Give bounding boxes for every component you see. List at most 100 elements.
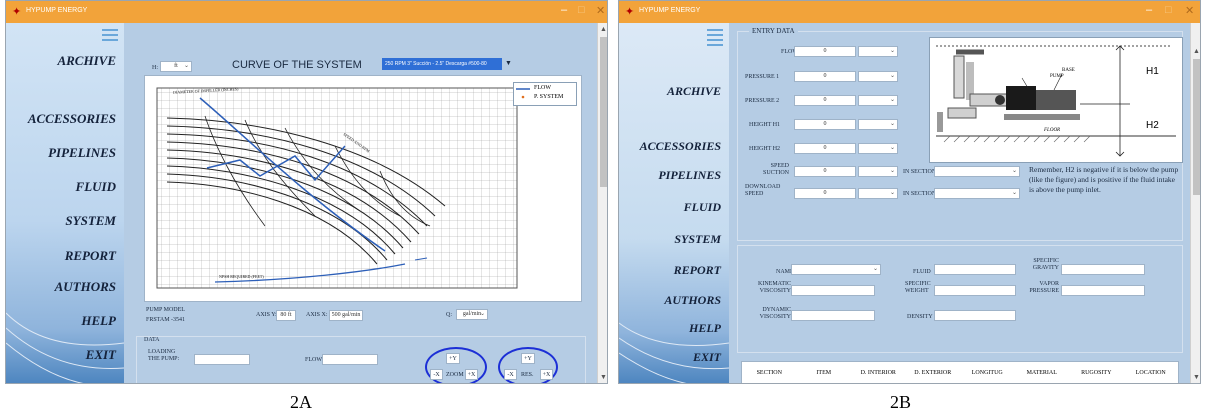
menu-accessories[interactable]: ACCESSORIES: [640, 139, 721, 154]
vertical-scrollbar[interactable]: ▲ ▼: [1190, 23, 1200, 383]
height-h2-unit-select[interactable]: ⌄: [858, 143, 898, 154]
menu-pipelines[interactable]: PIPELINES: [658, 168, 721, 183]
chevron-down-icon: ⌄: [889, 168, 895, 174]
download-speed-unit-select[interactable]: ⌄: [858, 188, 898, 199]
vertical-scrollbar[interactable]: ▲ ▼: [597, 23, 607, 383]
unit-select[interactable]: ft ⌄: [160, 61, 192, 72]
menu-archive[interactable]: ARCHIVE: [667, 84, 721, 99]
loading-label: LOADING THE PUMP:: [148, 349, 180, 362]
density-input[interactable]: [934, 310, 1016, 321]
vapor-pressure-input[interactable]: [1061, 285, 1145, 296]
pressure1-input[interactable]: 0: [794, 71, 856, 82]
menu-exit[interactable]: EXIT: [693, 350, 721, 365]
dropdown-arrow-icon[interactable]: ▼: [505, 59, 512, 67]
chevron-down-icon: ⌄: [889, 121, 895, 127]
menu-report[interactable]: REPORT: [674, 263, 721, 278]
maximize-button[interactable]: □: [1165, 4, 1172, 16]
pressure2-unit-select[interactable]: ⌄: [858, 95, 898, 106]
maximize-button[interactable]: □: [578, 4, 585, 16]
table-header-d-interior[interactable]: D. INTERIOR: [851, 370, 906, 376]
close-button[interactable]: ✕: [596, 4, 605, 17]
sections-table: SECTION ITEM D. INTERIOR D. EXTERIOR LON…: [741, 361, 1179, 383]
axis-x-label: AXIS X:: [306, 312, 328, 318]
fluid-input[interactable]: [934, 264, 1016, 275]
height-h2-input[interactable]: 0: [794, 143, 856, 154]
menu-help[interactable]: HELP: [689, 321, 721, 336]
table-header-material[interactable]: MATERIAL: [1015, 370, 1070, 376]
q-select[interactable]: gal/min ⌄: [456, 309, 488, 320]
res-right-button[interactable]: +X: [540, 369, 553, 380]
download-section-select[interactable]: ⌄: [934, 188, 1020, 199]
table-header-d-exterior[interactable]: D. EXTERIOR: [906, 370, 961, 376]
chevron-down-icon: ⌄: [479, 311, 485, 317]
specific-weight-input[interactable]: [934, 285, 1016, 296]
res-left-button[interactable]: -X: [504, 369, 517, 380]
suction-section-select[interactable]: ⌄: [934, 166, 1020, 177]
pressure2-label: PRESSURE 2: [745, 98, 780, 104]
title-bar: ✦ HYPUMP ENERGY – □ ✕: [619, 1, 1200, 23]
menu-system[interactable]: SYSTEM: [674, 232, 721, 247]
speed-suction-unit-select[interactable]: ⌄: [858, 166, 898, 177]
menu-help[interactable]: HELP: [81, 313, 116, 329]
table-header-item[interactable]: ITEM: [797, 370, 852, 376]
close-button[interactable]: ✕: [1185, 4, 1194, 17]
menu-authors[interactable]: AUTHORS: [664, 293, 721, 308]
entry-data-title: ENTRY DATA: [749, 28, 798, 35]
window-title: HYPUMP ENERGY: [639, 7, 701, 14]
height-h1-input[interactable]: 0: [794, 119, 856, 130]
speed-suction-input[interactable]: 0: [794, 166, 856, 177]
specific-gravity-input[interactable]: [1061, 264, 1145, 275]
menu-exit[interactable]: EXIT: [86, 347, 116, 363]
loading-input[interactable]: [194, 354, 250, 365]
axis-x-input[interactable]: 500 gal/min: [329, 310, 363, 321]
menu-system[interactable]: SYSTEM: [65, 213, 116, 229]
caption-2b: 2B: [890, 392, 912, 412]
menu-fluid[interactable]: FLUID: [76, 179, 116, 195]
npsh-label: NPSH REQUIRED (FEET): [219, 274, 264, 279]
flow-input[interactable]: 0: [794, 46, 856, 57]
floor-label: FLOOR: [1044, 128, 1061, 133]
menu-accessories[interactable]: ACCESSORIES: [28, 111, 116, 127]
kinematic-viscosity-label: KINEMATIC VISCOSITY: [758, 281, 791, 294]
download-speed-label: DOWNLOAD SPEED: [745, 184, 781, 197]
height-h1-unit-select[interactable]: ⌄: [858, 119, 898, 130]
scroll-up-icon[interactable]: ▲: [1193, 47, 1200, 55]
scroll-down-icon[interactable]: ▼: [600, 373, 607, 381]
menu-report[interactable]: REPORT: [65, 248, 116, 264]
zoom-up-button[interactable]: +Y: [446, 353, 460, 364]
minimize-button[interactable]: –: [561, 4, 567, 16]
axis-y-input[interactable]: 80 ft: [276, 310, 296, 321]
menu-authors[interactable]: AUTHORS: [55, 279, 116, 295]
axis-y-label: AXIS Y:: [256, 312, 277, 318]
minimize-button[interactable]: –: [1146, 4, 1152, 16]
table-header-location[interactable]: LOCATION: [1124, 370, 1179, 376]
chevron-down-icon: ⌄: [889, 97, 895, 103]
table-header-longitug[interactable]: LONGITUG: [960, 370, 1015, 376]
in-section-label: IN SECTION: [903, 169, 937, 175]
scroll-up-icon[interactable]: ▲: [600, 25, 607, 33]
scrollbar-thumb[interactable]: [1193, 59, 1200, 195]
menu-archive[interactable]: ARCHIVE: [57, 53, 116, 69]
pressure1-unit-select[interactable]: ⌄: [858, 71, 898, 82]
dynamic-viscosity-input[interactable]: [791, 310, 875, 321]
kinematic-viscosity-input[interactable]: [791, 285, 875, 296]
menu-fluid[interactable]: FLUID: [684, 200, 721, 215]
name-select[interactable]: ⌄: [791, 264, 881, 275]
speed-suction-label: SPEED SUCTION: [762, 163, 789, 176]
zoom-left-button[interactable]: -X: [430, 369, 443, 380]
table-header-section[interactable]: SECTION: [742, 370, 797, 376]
chart-panel: DIAMETER OF IMPELLER (INCHES) SPEED AND …: [144, 75, 582, 302]
pump-model-label: PUMP MODEL: [146, 307, 185, 313]
scrollbar-thumb[interactable]: [600, 37, 607, 187]
unit-label: H:: [152, 65, 158, 71]
table-header-rugosity[interactable]: RUGOSITY: [1069, 370, 1124, 376]
res-up-button[interactable]: +Y: [521, 353, 535, 364]
pressure2-input[interactable]: 0: [794, 95, 856, 106]
zoom-right-button[interactable]: +X: [465, 369, 478, 380]
flow-unit-select[interactable]: ⌄: [858, 46, 898, 57]
flow-input[interactable]: [322, 354, 378, 365]
download-speed-input[interactable]: 0: [794, 188, 856, 199]
scroll-down-icon[interactable]: ▼: [1193, 373, 1200, 381]
menu-pipelines[interactable]: PIPELINES: [48, 145, 116, 161]
pump-select[interactable]: 250 RPM 3" Succión - 2.5" Descarga #500-…: [382, 58, 502, 70]
